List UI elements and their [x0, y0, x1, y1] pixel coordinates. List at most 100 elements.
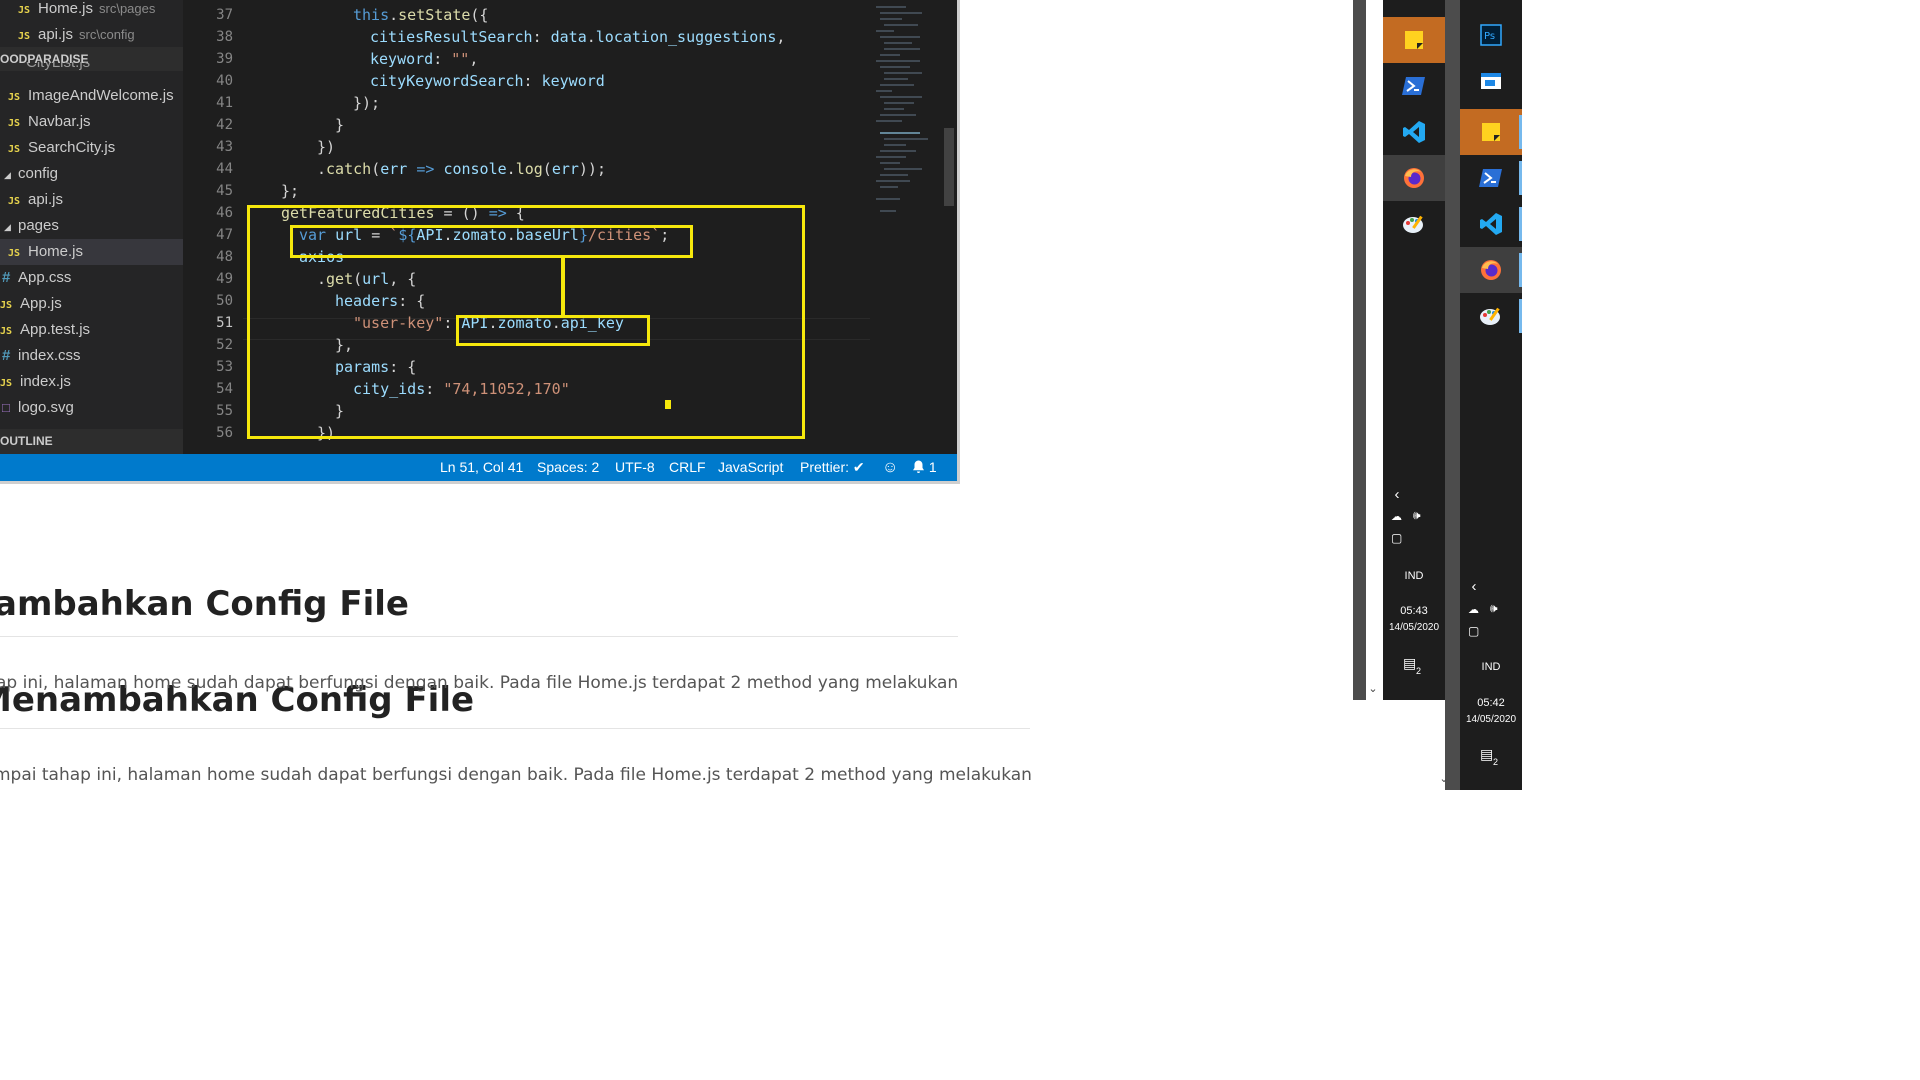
volume-icon[interactable]: 🕪 [1490, 601, 1498, 616]
line-number: 37 [216, 7, 233, 23]
line-number: 50 [216, 293, 233, 309]
encoding-setting[interactable]: UTF-8 [615, 454, 655, 481]
open-editor-path: src\config [79, 27, 135, 42]
code-line: citiesResultSearch: data.location_sugges… [370, 28, 786, 46]
network-icon[interactable]: ☁ [1391, 510, 1402, 523]
taskbar-firefox[interactable] [1383, 155, 1445, 201]
input-language[interactable]: IND [1383, 570, 1445, 582]
highlight-connector [561, 258, 565, 316]
explorer-item[interactable]: # App.css [0, 265, 183, 291]
css-file-icon: # [2, 269, 11, 286]
explorer-item-label: logo.svg [18, 399, 74, 416]
taskbar-paint[interactable] [1460, 293, 1522, 339]
line-number: 41 [216, 95, 233, 111]
outline-section-header[interactable]: OUTLINE [0, 429, 183, 454]
show-hidden-icons-chevron[interactable]: ‹ [1383, 486, 1411, 503]
show-hidden-icons-chevron[interactable]: ‹ [1460, 578, 1488, 595]
taskbar-vscode[interactable] [1383, 109, 1445, 155]
js-file-icon: JS [8, 92, 21, 103]
js-file-icon: JS [0, 300, 13, 311]
firefox-icon [1404, 168, 1424, 188]
taskbar-powershell[interactable] [1383, 63, 1445, 109]
code-line: keyword: "", [370, 50, 479, 68]
feedback-smiley-icon[interactable]: ☺ [882, 454, 898, 481]
code-line: }; [281, 182, 300, 200]
clock-time[interactable]: 05:43 [1383, 605, 1445, 617]
clock-date[interactable]: 14/05/2020 [1383, 622, 1445, 633]
notification-center-icon[interactable]: ▤ [1403, 655, 1416, 672]
running-indicator [1519, 207, 1522, 241]
input-language[interactable]: IND [1460, 661, 1522, 673]
line-number: 42 [216, 117, 233, 133]
line-number: 52 [216, 337, 233, 353]
scroll-down-arrow-icon[interactable]: ⌄ [1366, 682, 1380, 695]
taskbar-vscode[interactable] [1460, 201, 1522, 247]
scrollbar-thumb[interactable] [944, 128, 954, 206]
explorer-item[interactable]: JS index.js [0, 369, 183, 395]
open-editor-api[interactable]: JS api.js src\config [0, 22, 183, 48]
explorer-item[interactable]: # index.css [0, 343, 183, 369]
status-bar: Ln 51, Col 41 Spaces: 2 UTF-8 CRLF JavaS… [0, 454, 957, 481]
bell-icon [913, 460, 924, 473]
language-mode[interactable]: JavaScript [718, 454, 783, 481]
explorer-item-label: api.js [28, 191, 64, 208]
line-number: 54 [216, 381, 233, 397]
line-number: 47 [216, 227, 233, 243]
explorer-folder-config[interactable]: ◢ config [0, 161, 183, 187]
open-editor-path: src\pages [99, 1, 156, 16]
clock-time[interactable]: 05:42 [1460, 697, 1522, 709]
explorer-folder-pages[interactable]: ◢ pages [0, 213, 183, 239]
minimap[interactable] [870, 0, 940, 454]
explorer-item-selected[interactable]: JS Home.js [0, 239, 183, 265]
page-paragraph: ap ini, halaman home sudah dapat berfung… [0, 673, 959, 693]
line-number: 53 [216, 359, 233, 375]
folder-open-arrow-icon: ◢ [4, 170, 11, 180]
display-icon[interactable]: ▢ [1391, 531, 1402, 545]
svg-file-icon: □ [2, 400, 10, 415]
explorer-item[interactable]: □ logo.svg [0, 395, 183, 421]
vscode-icon [1403, 121, 1425, 143]
prettier-status[interactable]: Prettier: ✔ [800, 454, 865, 481]
notifications-bell[interactable]: 1 [912, 454, 937, 481]
clock-date[interactable]: 14/05/2020 [1460, 714, 1522, 725]
powershell-icon [1402, 77, 1425, 95]
taskbar-sticky-notes[interactable] [1383, 17, 1445, 63]
line-number: 43 [216, 139, 233, 155]
explorer-item[interactable]: JS ImageAndWelcome.js [0, 83, 183, 109]
scroll-down-arrow-icon[interactable]: ⌄ [1437, 772, 1451, 785]
display-icon[interactable]: ▢ [1468, 624, 1479, 638]
explorer-item-citylist[interactable]: CityList.js [0, 62, 183, 76]
css-file-icon: # [2, 347, 11, 364]
explorer-item[interactable]: JS App.js [0, 291, 183, 317]
open-editor-home[interactable]: JS Home.js src\pages [0, 0, 183, 22]
taskbar-firefox[interactable] [1460, 247, 1522, 293]
explorer-item[interactable]: JS SearchCity.js [0, 135, 183, 161]
line-ending-setting[interactable]: CRLF [669, 454, 706, 481]
explorer-item[interactable]: JS Navbar.js [0, 109, 183, 135]
cursor-position[interactable]: Ln 51, Col 41 [440, 454, 523, 481]
indentation-setting[interactable]: Spaces: 2 [537, 454, 599, 481]
js-file-icon: JS [8, 248, 21, 259]
paint-icon [1403, 215, 1423, 233]
vscode-icon [1480, 213, 1502, 235]
running-indicator [1519, 253, 1522, 287]
explorer-panel: JS Home.js src\pages JS api.js src\config OO… [0, 0, 183, 454]
explorer-item[interactable]: JS App.test.js [0, 317, 183, 343]
code-line: }) [317, 138, 336, 156]
line-number: 38 [216, 29, 233, 45]
editor-scrollbar[interactable] [942, 0, 956, 454]
network-icon[interactable]: ☁ [1468, 603, 1479, 616]
line-number: 46 [216, 205, 233, 221]
volume-icon[interactable]: 🕪 [1413, 508, 1421, 523]
taskbar-window[interactable] [1460, 58, 1522, 104]
code-line: .catch(err => console.log(err)); [317, 160, 606, 178]
taskbar-photoshop[interactable]: Ps [1460, 12, 1522, 58]
explorer-item[interactable]: JS api.js [0, 187, 183, 213]
page-paragraph-back: mpai tahap ini, halaman home sudah dapat… [0, 765, 1032, 785]
notification-center-icon[interactable]: ▤ [1480, 746, 1493, 763]
taskbar-powershell[interactable] [1460, 155, 1522, 201]
taskbar-paint[interactable] [1383, 201, 1445, 247]
taskbar-sticky-notes[interactable] [1460, 109, 1522, 155]
line-number-current: 51 [216, 315, 233, 331]
running-indicator [1519, 299, 1522, 333]
